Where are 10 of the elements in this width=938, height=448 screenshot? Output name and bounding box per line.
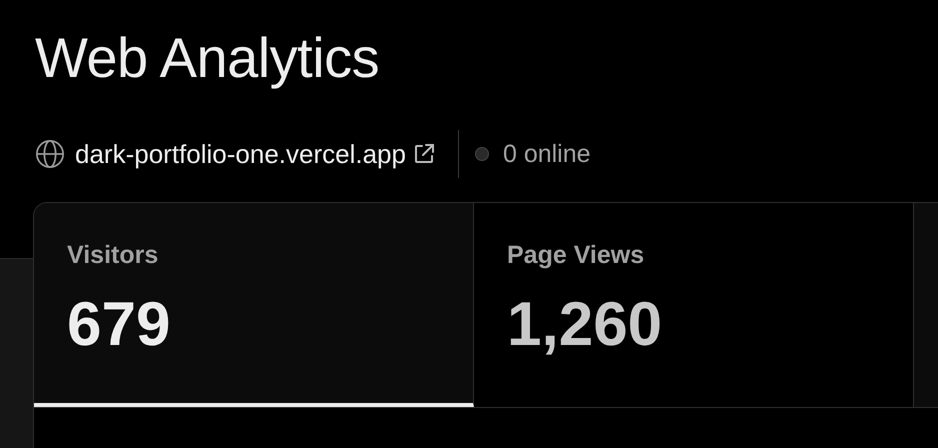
online-count: 0 online (502, 140, 591, 168)
stat-label: Visitors (67, 241, 160, 270)
status-dot (474, 147, 489, 161)
stat-value: 1,260 (507, 290, 664, 360)
stat-value: 679 (67, 290, 172, 360)
site-link[interactable]: dark-portfolio-one.vercel.app (75, 138, 406, 170)
stat-label: Page Views (507, 241, 646, 270)
stat-tab[interactable]: Visitors 679 (34, 203, 474, 407)
globe-icon (35, 139, 65, 169)
page-title: Web Analytics (34, 25, 380, 91)
